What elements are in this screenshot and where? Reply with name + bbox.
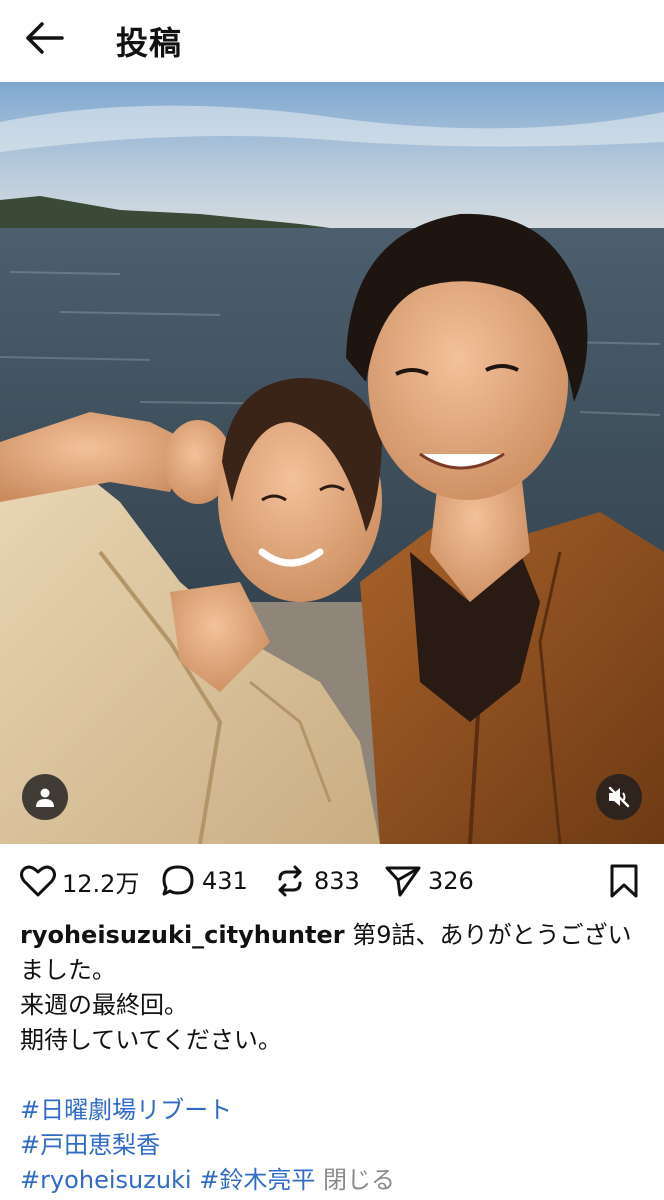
speech-bubble-icon	[162, 865, 194, 896]
hashtag-line-2: #戸田恵梨香	[20, 1128, 650, 1163]
hashtag-link[interactable]: #戸田恵梨香	[20, 1131, 160, 1159]
hashtag-link[interactable]: #日曜劇場リブート	[20, 1096, 232, 1124]
like-button[interactable]: 12.2万	[20, 862, 139, 900]
back-button[interactable]	[22, 18, 70, 58]
save-button[interactable]	[606, 862, 642, 900]
action-bar: 12.2万 431 833 326	[0, 852, 664, 910]
arrow-left-icon	[26, 22, 64, 54]
comment-count: 431	[202, 867, 248, 895]
caption-text-3: 来週の最終回。	[20, 991, 188, 1019]
post-image[interactable]	[0, 82, 664, 844]
person-icon	[36, 788, 54, 807]
mute-toggle[interactable]	[596, 774, 642, 820]
hashtag-line-1: #日曜劇場リブート	[20, 1093, 650, 1128]
hashtag-link[interactable]: #ryoheisuzuki	[20, 1166, 192, 1194]
heart-icon	[20, 865, 56, 897]
author-username[interactable]: ryoheisuzuki_cityhunter	[20, 921, 345, 949]
repost-icon	[278, 865, 302, 897]
share-button[interactable]: 326	[384, 862, 474, 900]
caption-text-1: 第9話、ありがとうござい	[344, 921, 632, 949]
tagged-users-button[interactable]	[22, 774, 68, 820]
volume-off-icon	[608, 786, 630, 808]
repost-count: 833	[314, 867, 360, 895]
like-count: 12.2万	[62, 869, 140, 898]
bookmark-icon	[610, 864, 638, 898]
caption-text-4: 期待していてください。	[20, 1026, 282, 1054]
hashtag-link[interactable]: #鈴木亮平	[199, 1166, 315, 1194]
hashtag-line-3: #ryoheisuzuki #鈴木亮平 閉じる	[20, 1163, 650, 1198]
caption-text-2: ました。	[20, 956, 116, 984]
photo-illustration	[0, 82, 664, 844]
comment-button[interactable]: 431	[160, 862, 248, 900]
top-bar: 投稿	[0, 0, 664, 80]
send-icon	[385, 866, 421, 897]
caption-first-line: ryoheisuzuki_cityhunter 第9話、ありがとうござい	[20, 918, 650, 953]
share-count: 326	[428, 867, 474, 895]
repost-button[interactable]: 833	[272, 862, 360, 900]
post-caption: ryoheisuzuki_cityhunter 第9話、ありがとうござい ました…	[20, 918, 650, 1198]
page-title: 投稿	[116, 24, 183, 62]
collapse-caption-link[interactable]: 閉じる	[323, 1166, 395, 1194]
